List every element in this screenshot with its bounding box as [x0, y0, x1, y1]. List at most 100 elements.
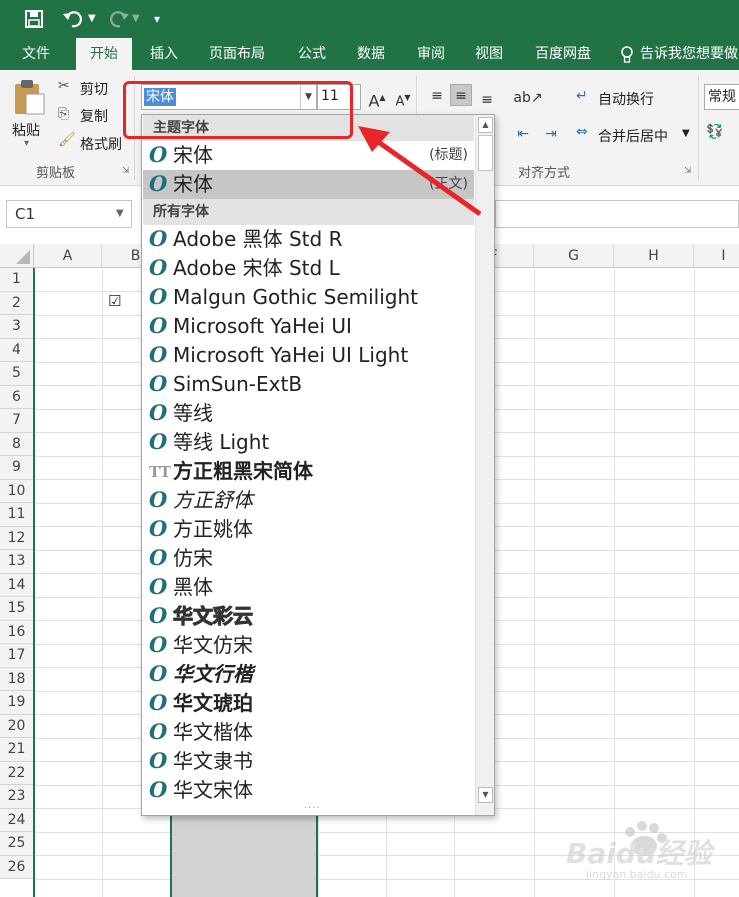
opentype-font-icon: O [149, 777, 168, 802]
name-box-dropdown-icon[interactable]: ▼ [116, 208, 124, 219]
name-box[interactable]: C1 [6, 200, 132, 228]
font-list-item[interactable]: O Adobe 宋体 Std L [143, 254, 474, 283]
undo-dropdown-icon[interactable]: ▼ [88, 0, 96, 38]
tab-data[interactable]: 数据 [346, 38, 396, 70]
font-list-item[interactable]: O 华文宋体 [143, 776, 474, 805]
row-header-16[interactable]: 16 [0, 620, 34, 644]
tab-insert[interactable]: 插入 [140, 38, 188, 70]
row-header-19[interactable]: 19 [0, 691, 34, 715]
align-top-icon[interactable]: ≡ [426, 84, 448, 106]
undo-icon[interactable] [62, 0, 86, 43]
row-header-12[interactable]: 12 [0, 526, 34, 550]
row-header-11[interactable]: 11 [0, 503, 34, 527]
scroll-down-icon[interactable]: ▼ [478, 787, 493, 803]
column-header-i[interactable]: I [694, 244, 739, 268]
font-list-item[interactable]: O 华文琥珀 [143, 689, 474, 718]
row-header-5[interactable]: 5 [0, 362, 34, 386]
font-list-item[interactable]: O 华文彩云 [143, 602, 474, 631]
merge-center-button[interactable]: 合并后居中 [598, 126, 668, 146]
paste-button[interactable]: 粘贴 [12, 120, 40, 140]
row-header-9[interactable]: 9 [0, 456, 34, 480]
customize-toolbar-icon[interactable]: ▾ [154, 0, 160, 38]
row-header-8[interactable]: 8 [0, 432, 34, 456]
decrease-indent-icon[interactable]: ⇤ [512, 122, 534, 144]
font-list-item[interactable]: O 方正姚体 [143, 515, 474, 544]
formula-input[interactable] [495, 200, 739, 228]
font-list-item[interactable]: O SimSun-ExtB [143, 370, 474, 399]
row-header-14[interactable]: 14 [0, 573, 34, 597]
row-header-24[interactable]: 24 [0, 808, 34, 832]
column-header-a[interactable]: A [34, 244, 102, 268]
tab-file[interactable]: 文件 [12, 38, 60, 70]
redo-dropdown-icon[interactable]: ▼ [132, 0, 140, 38]
row-header-20[interactable]: 20 [0, 714, 34, 738]
font-list-item[interactable]: O 华文仿宋 [143, 631, 474, 660]
cell-checkbox[interactable]: ☑ [108, 292, 121, 310]
tab-home[interactable]: 开始 [76, 38, 132, 70]
font-list-item[interactable]: O Adobe 黑体 Std R [143, 225, 474, 254]
font-list-item[interactable]: O 华文隶书 [143, 747, 474, 776]
font-list-item[interactable]: O 仿宋 [143, 544, 474, 573]
column-header-g[interactable]: G [534, 244, 614, 268]
column-header-h[interactable]: H [614, 244, 694, 268]
clipboard-icon[interactable] [12, 78, 48, 115]
row-header-1[interactable]: 1 [0, 268, 34, 292]
tab-view[interactable]: 视图 [464, 38, 514, 70]
row-header-4[interactable]: 4 [0, 338, 34, 362]
alignment-launcher-icon[interactable]: ⇲ [684, 166, 692, 176]
format-painter-button[interactable]: 格式刷 [80, 134, 122, 154]
copy-button[interactable]: 复制 [80, 106, 108, 126]
row-header-7[interactable]: 7 [0, 409, 34, 433]
merge-dropdown-icon[interactable]: ▼ [682, 128, 690, 139]
tab-page-layout[interactable]: 页面布局 [200, 38, 274, 70]
row-header-3[interactable]: 3 [0, 315, 34, 339]
shrink-font-button[interactable]: A▼ [392, 86, 414, 109]
row-header-22[interactable]: 22 [0, 761, 34, 785]
lightbulb-icon [620, 46, 634, 68]
currency-icon[interactable]: 💱 [706, 124, 723, 140]
resize-grip-icon[interactable]: ···· [304, 803, 321, 814]
font-item-name: 华文彩云 [173, 604, 254, 629]
font-list-item[interactable]: O 等线 [143, 399, 474, 428]
select-all-button[interactable] [0, 244, 34, 268]
grow-font-button[interactable]: A▲ [366, 86, 388, 110]
row-header-15[interactable]: 15 [0, 597, 34, 621]
row-header-6[interactable]: 6 [0, 385, 34, 409]
font-list-item[interactable]: TT 方正粗黑宋简体 [143, 457, 474, 486]
row-header-21[interactable]: 21 [0, 738, 34, 762]
row-header-2[interactable]: 2 [0, 291, 34, 315]
number-format-combobox[interactable]: 常规 [704, 84, 739, 110]
font-list-item[interactable]: O 等线 Light [143, 428, 474, 457]
font-list-item[interactable]: O Microsoft YaHei UI [143, 312, 474, 341]
cut-button[interactable]: 剪切 [80, 79, 108, 99]
row-header-26[interactable]: 26 [0, 855, 34, 879]
tab-baidu-netdisk[interactable]: 百度网盘 [524, 38, 602, 70]
row-header-25[interactable]: 25 [0, 832, 34, 856]
redo-icon[interactable] [106, 0, 130, 43]
dropdown-scrollbar[interactable]: ▲ ▼ [475, 115, 494, 815]
font-list-item[interactable]: O Microsoft YaHei UI Light [143, 341, 474, 370]
orientation-icon[interactable]: ab↗ [512, 86, 544, 108]
wrap-text-button[interactable]: 自动换行 [598, 89, 654, 109]
font-list-item[interactable]: O Malgun Gothic Semilight [143, 283, 474, 312]
tab-review[interactable]: 审阅 [406, 38, 456, 70]
font-list-item[interactable]: O 华文行楷 [143, 660, 474, 689]
clipboard-launcher-icon[interactable]: ⇲ [122, 166, 130, 176]
align-middle-icon[interactable]: ≡ [450, 84, 472, 106]
font-item-name: Adobe 黑体 Std R [173, 227, 343, 251]
row-header-13[interactable]: 13 [0, 550, 34, 574]
save-icon[interactable] [24, 0, 44, 43]
font-list-item[interactable]: O 华文楷体 [143, 718, 474, 747]
increase-indent-icon[interactable]: ⇥ [540, 122, 562, 144]
selection-row-indicator [33, 268, 35, 897]
row-header-10[interactable]: 10 [0, 479, 34, 503]
paste-dropdown-icon[interactable]: ▾ [24, 138, 29, 149]
font-list-item[interactable]: O 方正舒体 [143, 486, 474, 515]
row-header-23[interactable]: 23 [0, 785, 34, 809]
tab-formulas[interactable]: 公式 [288, 38, 336, 70]
row-header-18[interactable]: 18 [0, 667, 34, 691]
align-bottom-icon[interactable]: ≡ [476, 88, 498, 110]
tell-me-box[interactable]: 告诉我您想要做 [640, 38, 739, 70]
font-list-item[interactable]: O 黑体 [143, 573, 474, 602]
row-header-17[interactable]: 17 [0, 644, 34, 668]
